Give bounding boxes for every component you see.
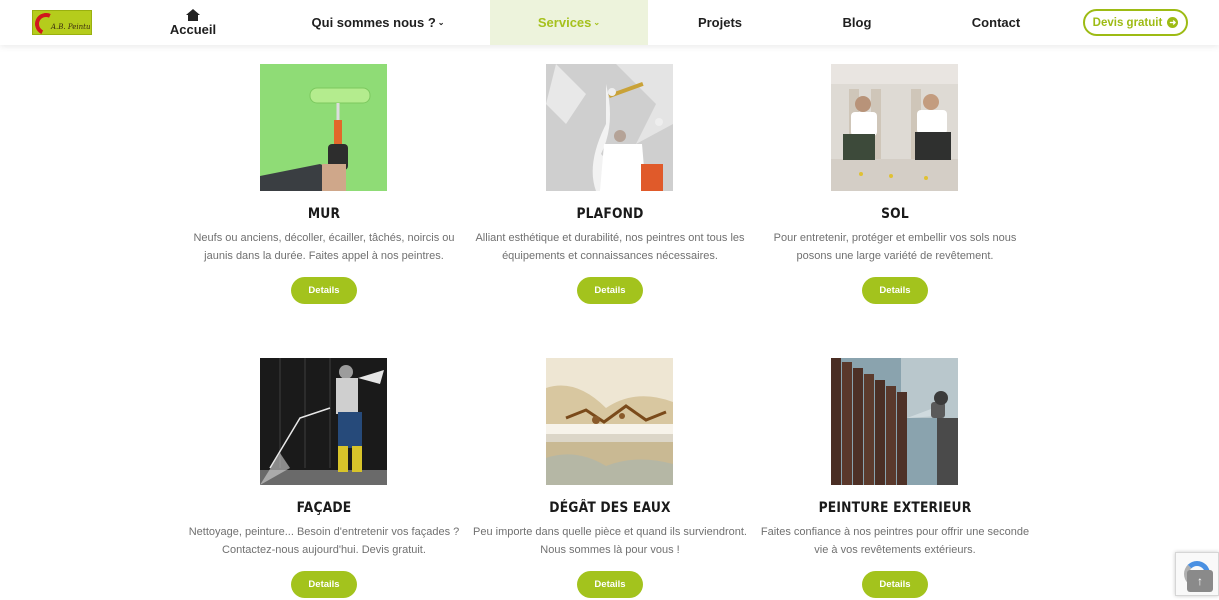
- sol-image: [831, 64, 958, 191]
- logo-text: A.B. Peinture: [51, 23, 91, 31]
- card-title: FAÇADE: [296, 500, 352, 516]
- plafond-image: [546, 64, 673, 191]
- card-description: Alliant esthétique et durabilité, nos pe…: [475, 232, 745, 262]
- mur-image: [260, 64, 387, 191]
- nav-projets[interactable]: Projets: [685, 0, 755, 45]
- chevron-down-icon: ⌄: [593, 18, 601, 27]
- card-title: PEINTURE EXTERIEUR: [818, 500, 972, 516]
- home-icon: [186, 8, 200, 21]
- nav-projets-label: Projets: [697, 15, 743, 30]
- devis-label: Devis gratuit: [1092, 16, 1163, 29]
- card-title: SOL: [881, 206, 909, 222]
- card-title: DÉGÂT DES EAUX: [549, 500, 671, 516]
- peinture-exterieur-image: [831, 358, 958, 485]
- site-logo[interactable]: A.B. Peinture: [32, 10, 92, 35]
- card-description: Faites confiance à nos peintres pour off…: [760, 526, 1030, 556]
- details-button[interactable]: Details: [577, 571, 643, 598]
- nav-qui-label: Qui sommes nous ?: [311, 15, 436, 30]
- card-description: Neufs ou anciens, décoller, écailler, tâ…: [193, 232, 455, 262]
- card-description: Peu importe dans quelle pièce et quand i…: [473, 526, 747, 556]
- details-button[interactable]: Details: [291, 277, 357, 304]
- chevron-down-icon: ⌄: [437, 18, 445, 27]
- facade-image: [260, 358, 387, 485]
- details-button[interactable]: Details: [577, 277, 643, 304]
- nav-services-label: Services: [537, 15, 592, 30]
- site-header: A.B. Peinture Accueil Qui sommes nous ?⌄…: [0, 0, 1219, 45]
- arrow-up-icon: ↑: [1197, 574, 1203, 588]
- nav-qui-sommes-nous[interactable]: Qui sommes nous ? ⌄: [308, 0, 448, 45]
- back-to-top-button[interactable]: ↑: [1187, 570, 1213, 592]
- nav-home[interactable]: Accueil: [160, 0, 226, 45]
- nav-blog-label: Blog: [842, 15, 872, 30]
- degat-des-eaux-image: [546, 358, 673, 485]
- details-button[interactable]: Details: [862, 277, 928, 304]
- card-title: MUR: [307, 206, 341, 222]
- card-title: PLAFOND: [576, 206, 644, 222]
- details-button[interactable]: Details: [862, 571, 928, 598]
- card-description: Nettoyage, peinture... Besoin d'entreten…: [188, 526, 460, 556]
- nav-contact-label: Contact: [971, 15, 1021, 30]
- nav-blog[interactable]: Blog: [830, 0, 884, 45]
- nav-contact[interactable]: Contact: [960, 0, 1032, 45]
- devis-gratuit-button[interactable]: Devis gratuit ➜: [1083, 9, 1188, 36]
- card-description: Pour entretenir, protéger et embellir vo…: [773, 232, 1017, 262]
- nav-home-label: Accueil: [169, 21, 217, 37]
- nav-services[interactable]: Services ⌄: [490, 0, 648, 45]
- arrow-right-icon: ➜: [1167, 17, 1179, 28]
- details-button[interactable]: Details: [291, 571, 357, 598]
